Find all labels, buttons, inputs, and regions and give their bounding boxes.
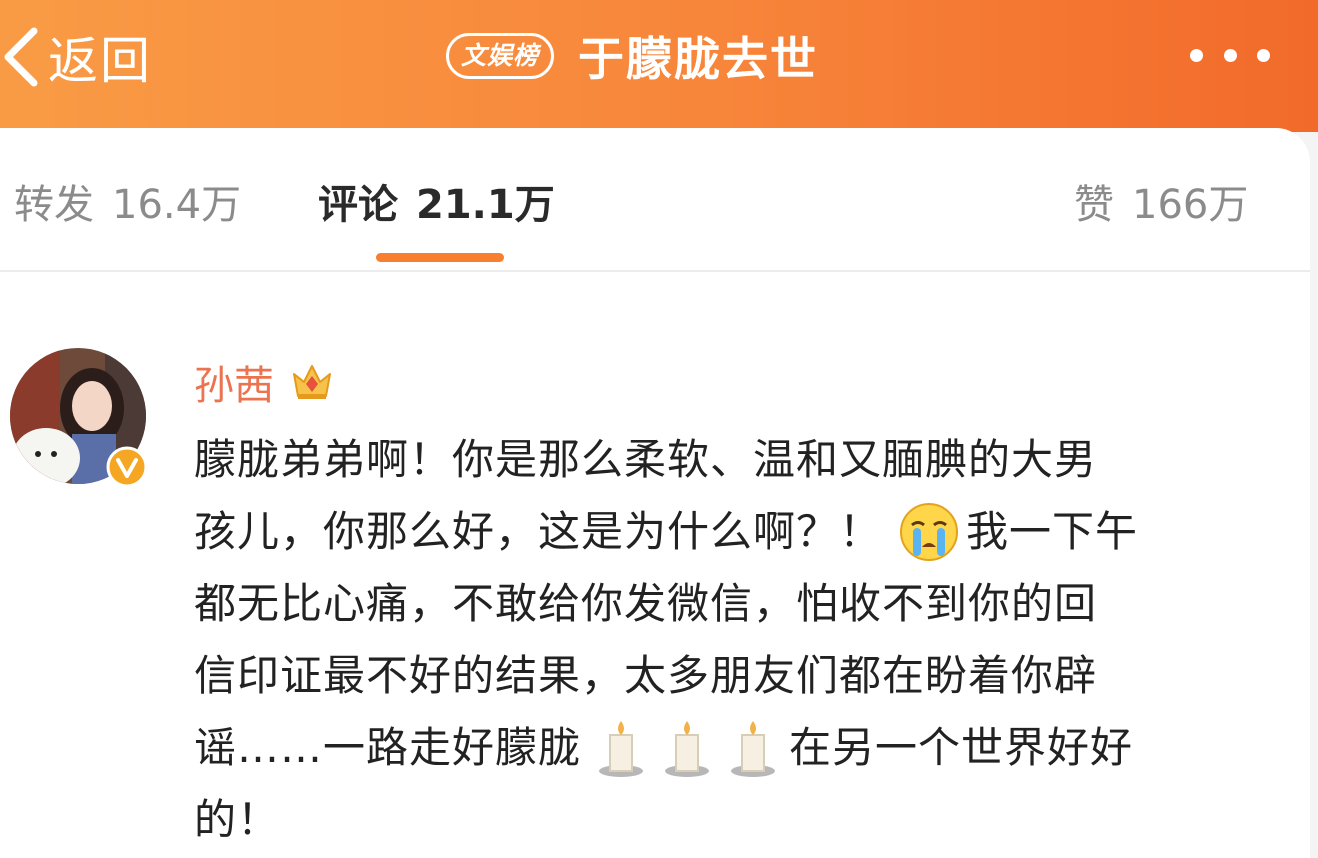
candle-emoji-icon <box>661 717 713 779</box>
tab-comment-label: 评论 <box>318 182 398 228</box>
comment-text-segment: 的！ <box>194 784 280 856</box>
comment-text-segment: 孩儿，你那么好，这是为什么啊？！ <box>194 496 882 568</box>
candle-emoji-icon <box>595 717 647 779</box>
back-button[interactable]: 返回 <box>0 22 152 92</box>
more-options-button[interactable] <box>1190 38 1270 72</box>
tab-repost[interactable]: 转发 16.4万 <box>14 172 241 230</box>
tab-bar: 转发 16.4万 评论 21.1万 赞 166万 <box>0 128 1310 272</box>
topic-badge[interactable]: 文娱榜 <box>446 33 554 79</box>
active-tab-indicator <box>376 253 504 262</box>
comment-line: 都无比心痛，不敢给你发微信，怕收不到你的回 <box>194 568 1264 640</box>
comment-text: 朦胧弟弟啊！你是那么柔软、温和又腼腆的大男 孩儿，你那么好，这是为什么啊？！ 我… <box>194 424 1264 856</box>
candle-emoji-icon <box>727 717 779 779</box>
comment-text-segment: 谣……一路走好朦胧 <box>194 712 581 784</box>
chevron-left-icon <box>0 25 44 89</box>
top-bar: 返回 文娱榜 于朦胧去世 <box>0 0 1318 132</box>
tab-comment[interactable]: 评论 21.1万 <box>318 172 555 230</box>
more-dot-icon <box>1257 49 1270 62</box>
tab-repost-count: 16.4万 <box>112 182 241 228</box>
comment-line: 信印证最不好的结果，太多朋友们都在盼着你辟 <box>194 640 1264 712</box>
content-card: 转发 16.4万 评论 21.1万 赞 166万 孙茜 <box>0 128 1310 858</box>
comment-text-segment: 都无比心痛，不敢给你发微信，怕收不到你的回 <box>194 568 1097 640</box>
comment-text-segment: 朦胧弟弟啊！你是那么柔软、温和又腼腆的大男 <box>194 424 1097 496</box>
tab-comment-count: 21.1万 <box>416 182 555 228</box>
more-dot-icon <box>1190 49 1203 62</box>
tab-repost-label: 转发 <box>14 182 94 228</box>
comment-text-segment: 我一下午 <box>966 496 1138 568</box>
back-label: 返回 <box>48 21 152 93</box>
comment-line: 朦胧弟弟啊！你是那么柔软、温和又腼腆的大男 <box>194 424 1264 496</box>
tab-like-count: 166万 <box>1132 182 1248 228</box>
tab-like-label: 赞 <box>1074 182 1114 228</box>
tab-like[interactable]: 赞 166万 <box>1074 172 1248 230</box>
crown-icon <box>290 360 334 404</box>
header-title-group: 文娱榜 于朦胧去世 <box>446 26 818 86</box>
comment-text-segment: 信印证最不好的结果，太多朋友们都在盼着你辟 <box>194 640 1097 712</box>
comment-author: 孙茜 <box>194 354 334 410</box>
more-dot-icon <box>1224 49 1237 62</box>
comment-line: 的！ <box>194 784 1264 856</box>
verified-badge-icon <box>106 446 148 488</box>
comment-line: 孩儿，你那么好，这是为什么啊？！ 我一下午 <box>194 496 1264 568</box>
comment-line: 谣……一路走好朦胧 在另一个世界好好 <box>194 712 1264 784</box>
comment-text-segment: 在另一个世界好好 <box>789 712 1133 784</box>
crying-emoji-icon <box>898 501 960 563</box>
username[interactable]: 孙茜 <box>194 353 274 411</box>
page-title: 于朦胧去世 <box>578 23 818 89</box>
